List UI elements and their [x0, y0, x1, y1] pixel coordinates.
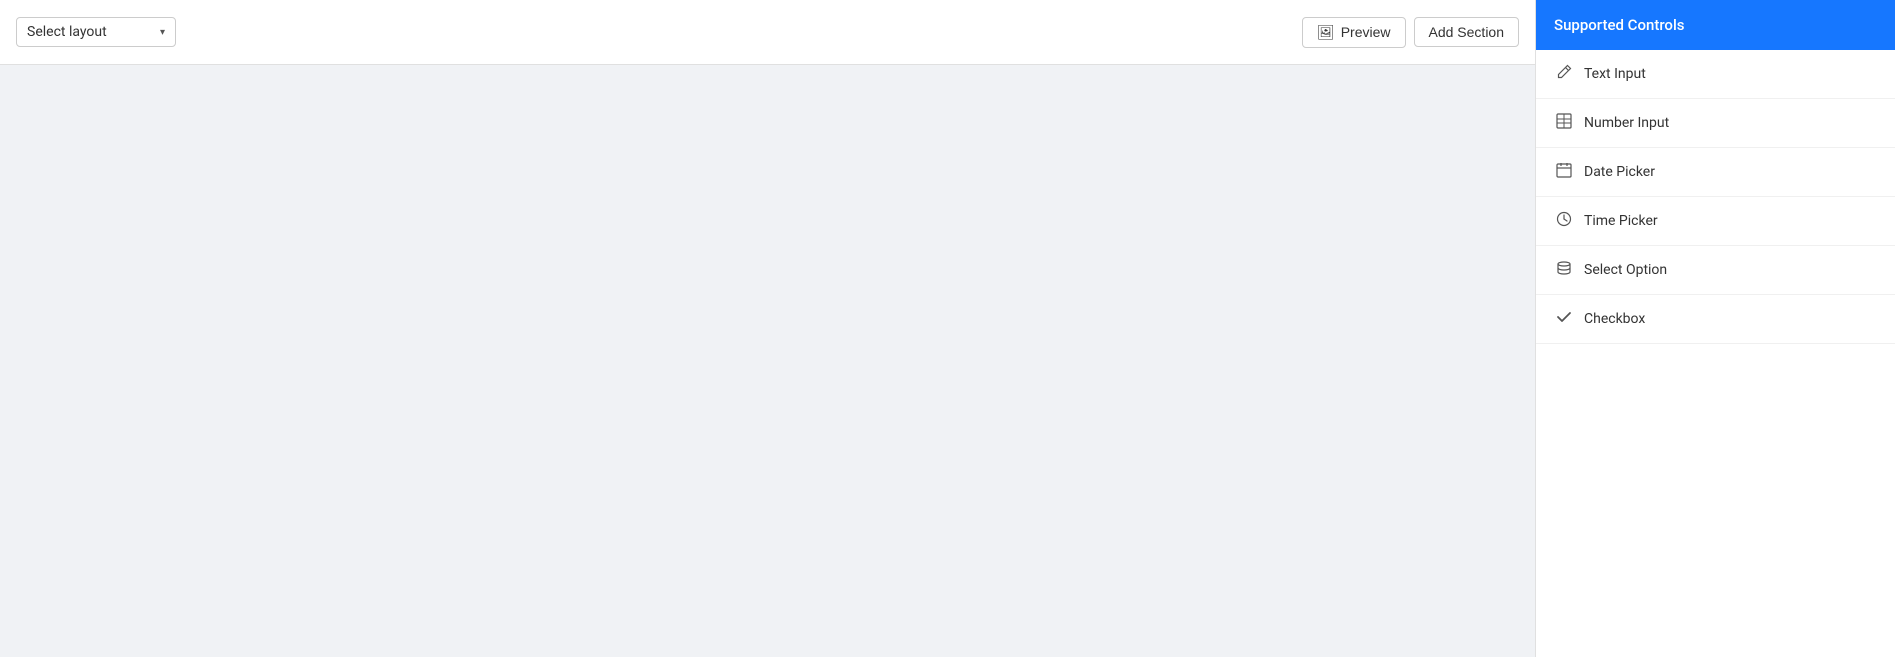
number-input-label: Number Input	[1584, 115, 1669, 131]
time-picker-label: Time Picker	[1584, 213, 1658, 229]
sidebar-item-checkbox[interactable]: Checkbox	[1536, 295, 1895, 344]
app-container: Select layout ▾ 🖼 Preview Add Section Su…	[0, 0, 1895, 657]
edit-icon	[1554, 64, 1574, 84]
toolbar-left: Select layout ▾	[16, 17, 176, 47]
image-icon: 🖼	[1317, 24, 1335, 41]
right-sidebar: Supported Controls Text Input Number	[1535, 0, 1895, 657]
sidebar-item-date-picker[interactable]: Date Picker	[1536, 148, 1895, 197]
preview-label: Preview	[1341, 24, 1391, 40]
date-picker-label: Date Picker	[1584, 164, 1655, 180]
sidebar-item-select-option[interactable]: Select Option	[1536, 246, 1895, 295]
calendar-icon	[1554, 162, 1574, 182]
main-area: Select layout ▾ 🖼 Preview Add Section	[0, 0, 1535, 657]
check-icon	[1554, 309, 1574, 329]
sidebar-item-time-picker[interactable]: Time Picker	[1536, 197, 1895, 246]
clock-icon	[1554, 211, 1574, 231]
toolbar: Select layout ▾ 🖼 Preview Add Section	[0, 0, 1535, 65]
sidebar-item-text-input[interactable]: Text Input	[1536, 50, 1895, 99]
add-section-button[interactable]: Add Section	[1414, 17, 1520, 47]
toolbar-right: 🖼 Preview Add Section	[1302, 17, 1519, 48]
checkbox-label: Checkbox	[1584, 311, 1645, 327]
preview-button[interactable]: 🖼 Preview	[1302, 17, 1406, 48]
sidebar-item-number-input[interactable]: Number Input	[1536, 99, 1895, 148]
layers-icon	[1554, 260, 1574, 280]
number-icon	[1554, 113, 1574, 133]
content-area	[0, 65, 1535, 657]
chevron-down-icon: ▾	[160, 27, 165, 38]
sidebar-header: Supported Controls	[1536, 0, 1895, 50]
supported-controls-title: Supported Controls	[1554, 16, 1685, 34]
add-section-label: Add Section	[1429, 24, 1505, 40]
layout-select-label: Select layout	[27, 24, 107, 40]
select-option-label: Select Option	[1584, 262, 1667, 278]
text-input-label: Text Input	[1584, 66, 1646, 82]
layout-select-dropdown[interactable]: Select layout ▾	[16, 17, 176, 47]
